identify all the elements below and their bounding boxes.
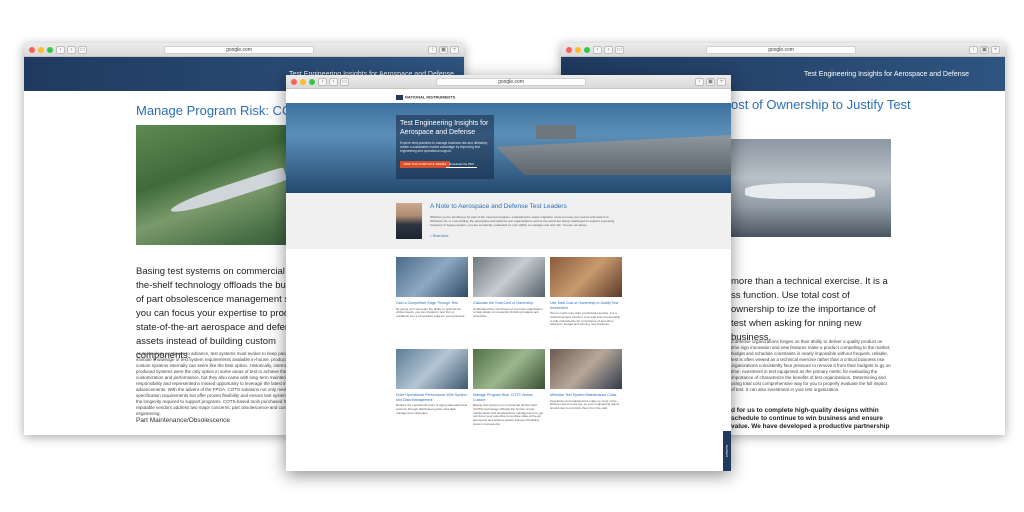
card-title[interactable]: Minimize Test System Maintenance Costs: [550, 393, 622, 398]
header-title: Test Engineering Insights for Aerospace …: [804, 71, 969, 78]
lead-paragraph: Basing test systems on commercial off-th…: [136, 266, 305, 361]
address-bar[interactable]: google.com: [436, 78, 586, 86]
logo-text: NATIONAL INSTRUMENTS: [405, 94, 456, 100]
forward-button[interactable]: ›: [604, 46, 613, 54]
nav-buttons: ‹ › ▭: [56, 46, 87, 54]
ship-tower-shape: [536, 125, 576, 139]
window-controls: [29, 47, 53, 53]
article-card[interactable]: Use Total Cost of Ownership to Justify T…: [550, 257, 622, 327]
card-description: By giving your test team the ability to …: [396, 306, 466, 319]
browser-window-front: ‹ › ▭ google.com ↑ ▣ + NATIONAL INSTRUME…: [286, 75, 731, 471]
toolbar-right-buttons: ↑ ▣ +: [969, 46, 1000, 54]
new-tab-icon[interactable]: +: [450, 46, 459, 54]
banner-description: Explore best practices to manage busines…: [400, 141, 488, 153]
card-thumbnail[interactable]: [550, 349, 622, 389]
card-description: Reduce the operational costs of aging au…: [396, 403, 468, 415]
card-description: Basing test systems on commercial off-th…: [473, 403, 544, 426]
article-card[interactable]: Gain a Competitive Edge Through Test By …: [396, 257, 468, 319]
nav-buttons: ‹ › ▭: [318, 78, 349, 86]
minimize-window-button[interactable]: [575, 47, 581, 53]
forward-button[interactable]: ›: [329, 78, 338, 86]
window-controls: [291, 79, 315, 85]
sidebar-toggle-icon[interactable]: ▭: [615, 46, 624, 54]
article-card[interactable]: Minimize Test System Maintenance Costs O…: [550, 349, 622, 411]
quote-paragraph: d for us to complete high-quality design…: [731, 407, 890, 430]
article-card[interactable]: Calculate the Total Cost of Ownership Un…: [473, 257, 545, 319]
tabs-icon[interactable]: ▣: [439, 46, 448, 54]
author-photo: [396, 203, 422, 239]
note-text: Whether you're pushing to be part of the…: [430, 215, 615, 227]
maximize-window-button[interactable]: [584, 47, 590, 53]
banner-title: Test Engineering Insights for Aerospace …: [400, 120, 489, 136]
toolbar-right-buttons: ↑ ▣ +: [695, 78, 726, 86]
card-title[interactable]: Manage Program Risk: COTS Versus Custom: [473, 393, 545, 402]
maximize-window-button[interactable]: [47, 47, 53, 53]
card-thumbnail[interactable]: [396, 257, 468, 297]
card-title[interactable]: Drive Operational Performance With Syste…: [396, 393, 468, 402]
hero-image-hangar: [731, 139, 891, 237]
card-description: Test is much more than a technical exerc…: [550, 311, 621, 327]
card-description: Understand the cost drivers of your test…: [473, 306, 543, 319]
download-pdf-link[interactable]: Download the PDF: [446, 161, 478, 168]
back-button[interactable]: ‹: [593, 46, 602, 54]
site-logo[interactable]: NATIONAL INSTRUMENTS: [396, 95, 455, 100]
plane-shape: [745, 183, 875, 199]
hero-banner: [286, 103, 731, 193]
browser-toolbar: ‹ › ▭ google.com ↑ ▣ +: [286, 75, 731, 89]
card-thumbnail[interactable]: [473, 349, 545, 389]
back-button[interactable]: ‹: [56, 46, 65, 54]
browser-toolbar: ‹ › ▭ google.com ↑ ▣ +: [561, 43, 1005, 57]
feedback-tab[interactable]: feedback: [723, 431, 731, 471]
url-text: google.com: [226, 47, 252, 53]
tabs-icon[interactable]: ▣: [706, 78, 715, 86]
card-thumbnail[interactable]: [473, 257, 545, 297]
address-bar[interactable]: google.com: [164, 46, 314, 54]
view-complete-series-button[interactable]: VIEW THE COMPLETE SERIES: [400, 161, 450, 168]
card-title[interactable]: Calculate the Total Cost of Ownership: [473, 301, 545, 306]
close-window-button[interactable]: [291, 79, 297, 85]
url-text: google.com: [768, 47, 794, 53]
share-icon[interactable]: ↑: [969, 46, 978, 54]
card-thumbnail[interactable]: [550, 257, 622, 297]
section-subhead: Part Maintenance/Obsolescence: [136, 417, 230, 424]
note-title: A Note to Aerospace and Defense Test Lea…: [430, 203, 567, 210]
minimize-window-button[interactable]: [38, 47, 44, 53]
nav-buttons: ‹ › ▭: [593, 46, 624, 54]
minimize-window-button[interactable]: [300, 79, 306, 85]
jet-shape: [168, 166, 288, 218]
tabs-icon[interactable]: ▣: [980, 46, 989, 54]
composite-stage: ‹ › ▭ google.com ↑ ▣ + Test Engineering …: [0, 0, 1024, 512]
share-icon[interactable]: ↑: [695, 78, 704, 86]
article-card[interactable]: Drive Operational Performance With Syste…: [396, 349, 468, 415]
aircraft-carrier-shape: [496, 135, 731, 175]
sidebar-toggle-icon[interactable]: ▭: [78, 46, 87, 54]
new-tab-icon[interactable]: +: [717, 78, 726, 86]
address-bar[interactable]: google.com: [706, 46, 856, 54]
card-title[interactable]: Use Total Cost of Ownership to Justify T…: [550, 301, 622, 310]
browser-toolbar: ‹ › ▭ google.com ↑ ▣ +: [24, 43, 464, 57]
maximize-window-button[interactable]: [309, 79, 315, 85]
close-window-button[interactable]: [566, 47, 572, 53]
toolbar-right-buttons: ↑ ▣ +: [428, 46, 459, 54]
lead-paragraph: more than a technical exercise. It is a …: [731, 276, 888, 343]
body-paragraph: d defense organizations hinges on their …: [731, 339, 891, 392]
article-card[interactable]: Manage Program Risk: COTS Versus Custom …: [473, 349, 545, 427]
card-description: Operations and maintenance make up most …: [550, 398, 620, 411]
card-thumbnail[interactable]: [396, 349, 468, 389]
url-text: google.com: [498, 79, 524, 85]
card-title[interactable]: Gain a Competitive Edge Through Test: [396, 301, 468, 306]
body-paragraph: As technology continues to advance, test…: [136, 351, 307, 416]
logo-mark-icon: [396, 95, 403, 100]
page-title: ost of Ownership to Justify Test: [731, 97, 911, 112]
back-button[interactable]: ‹: [318, 78, 327, 86]
new-tab-icon[interactable]: +: [991, 46, 1000, 54]
sidebar-toggle-icon[interactable]: ▭: [340, 78, 349, 86]
read-more-link[interactable]: > Read More: [430, 234, 449, 238]
share-icon[interactable]: ↑: [428, 46, 437, 54]
close-window-button[interactable]: [29, 47, 35, 53]
window-controls: [566, 47, 590, 53]
forward-button[interactable]: ›: [67, 46, 76, 54]
